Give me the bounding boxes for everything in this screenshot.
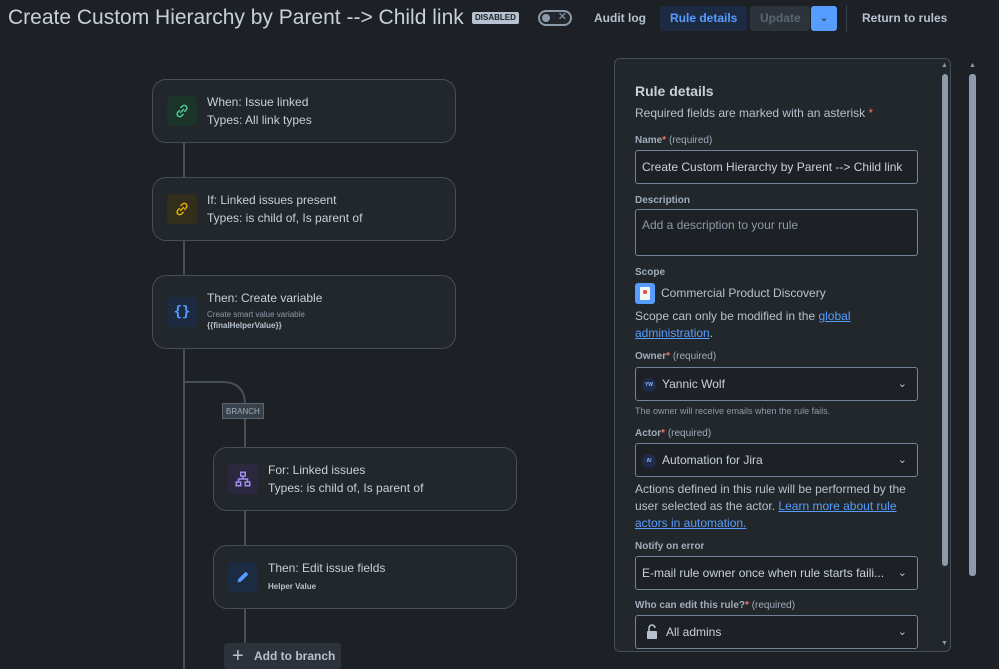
link-icon (167, 194, 197, 224)
learn-more-link[interactable]: Learn more about rule (778, 499, 896, 513)
owner-note: The owner will receive emails when the r… (635, 406, 831, 416)
action-card[interactable]: {} Then: Create variable Create smart va… (152, 275, 456, 349)
actor-label: Actor* (required) (635, 428, 712, 439)
learn-more-link-cont[interactable]: actors in automation. (635, 516, 746, 530)
panel-heading: Rule details (635, 83, 714, 99)
trigger-card[interactable]: When: Issue linked Types: All link types (152, 79, 456, 143)
status-badge: DISABLED (472, 12, 519, 24)
panel-scrollbar-thumb[interactable] (942, 74, 948, 566)
avatar: YW (642, 378, 656, 392)
name-field[interactable]: Create Custom Hierarchy by Parent --> Ch… (635, 150, 918, 184)
notify-select[interactable]: E-mail rule owner once when rule starts … (635, 556, 918, 590)
hierarchy-icon (228, 464, 258, 494)
enable-toggle[interactable]: ✕ (538, 10, 572, 26)
branch-card[interactable]: For: Linked issues Types: is child of, I… (213, 447, 517, 511)
lock-icon (647, 624, 657, 639)
condition-title: If: Linked issues present (207, 193, 337, 207)
trigger-title: When: Issue linked (207, 95, 309, 109)
edit-fields-card[interactable]: Then: Edit issue fields Helper Value (213, 545, 517, 609)
owner-select[interactable]: YW Yannic Wolf ⌄ (635, 367, 918, 401)
connector-line (183, 142, 185, 178)
edit-fields-title: Then: Edit issue fields (268, 561, 386, 575)
scroll-down-arrow-icon[interactable]: ▼ (941, 640, 948, 647)
global-admin-link[interactable]: global (818, 309, 850, 323)
scope-value: Commercial Product Discovery (661, 286, 826, 300)
chevron-down-icon: ⌄ (819, 12, 829, 24)
description-label: Description (635, 195, 691, 206)
required-note: Required fields are marked with an aster… (635, 106, 874, 120)
rule-details-button[interactable]: Rule details (660, 6, 748, 31)
actor-note: Actions defined in this rule will be per… (635, 482, 906, 530)
rule-details-panel: Rule details Required fields are marked … (614, 58, 951, 652)
actor-select[interactable]: AI Automation for Jira ⌄ (635, 443, 918, 477)
return-to-rules-button[interactable]: Return to rules (852, 6, 957, 31)
scope-note: Scope can only be modified in the global… (635, 309, 851, 340)
header: Create Custom Hierarchy by Parent --> Ch… (0, 0, 999, 38)
branch-title: For: Linked issues (268, 463, 366, 477)
add-to-branch-button[interactable]: + Add to branch (224, 643, 341, 669)
name-label: Name* (required) (635, 135, 713, 146)
chevron-down-icon: ⌄ (897, 567, 907, 579)
audit-log-button[interactable]: Audit log (584, 6, 656, 31)
who-edit-label: Who can edit this rule?* (required) (635, 600, 796, 611)
branch-label: BRANCH (222, 403, 264, 419)
edit-fields-value: Helper Value (268, 582, 317, 591)
update-dropdown-button[interactable]: ⌄ (811, 6, 837, 31)
global-admin-link-cont[interactable]: administration (635, 326, 710, 340)
connector-line (244, 510, 246, 546)
condition-card[interactable]: If: Linked issues present Types: is chil… (152, 177, 456, 241)
notify-label: Notify on error (635, 541, 705, 552)
who-edit-value: All admins (666, 625, 722, 639)
header-divider (846, 5, 847, 32)
action-description: Create smart value variable (207, 310, 305, 319)
plus-icon: + (232, 645, 244, 667)
pencil-icon (228, 562, 258, 592)
braces-icon: {} (167, 297, 197, 327)
scope-label: Scope (635, 267, 666, 278)
owner-value: Yannic Wolf (662, 377, 725, 391)
close-icon: ✕ (557, 11, 567, 23)
page-scrollbar-thumb[interactable] (969, 74, 976, 576)
add-to-branch-label: Add to branch (254, 649, 336, 663)
chevron-down-icon: ⌄ (897, 626, 907, 638)
toggle-knob (542, 14, 550, 22)
action-title: Then: Create variable (207, 291, 323, 305)
action-variable: {{finalHelperValue}} (207, 321, 282, 330)
chevron-down-icon: ⌄ (897, 454, 907, 466)
notify-value: E-mail rule owner once when rule starts … (642, 566, 885, 580)
connector-line (183, 240, 185, 276)
actor-avatar: AI (642, 454, 656, 468)
branch-sub: Types: is child of, Is parent of (268, 481, 424, 495)
scroll-up-arrow-icon[interactable]: ▲ (969, 62, 976, 69)
link-icon (167, 96, 197, 126)
chevron-down-icon: ⌄ (897, 378, 907, 390)
who-edit-select[interactable]: All admins ⌄ (635, 615, 918, 649)
owner-label: Owner* (required) (635, 351, 717, 362)
condition-sub: Types: is child of, Is parent of (207, 211, 363, 225)
actor-value: Automation for Jira (662, 453, 763, 467)
project-icon (635, 283, 655, 304)
page-title: Create Custom Hierarchy by Parent --> Ch… (8, 6, 464, 29)
connector-line (244, 608, 246, 644)
scroll-up-arrow-icon[interactable]: ▲ (941, 62, 948, 69)
description-field[interactable]: Add a description to your rule (635, 209, 918, 256)
trigger-sub: Types: All link types (207, 113, 312, 127)
update-button[interactable]: Update (750, 6, 810, 31)
